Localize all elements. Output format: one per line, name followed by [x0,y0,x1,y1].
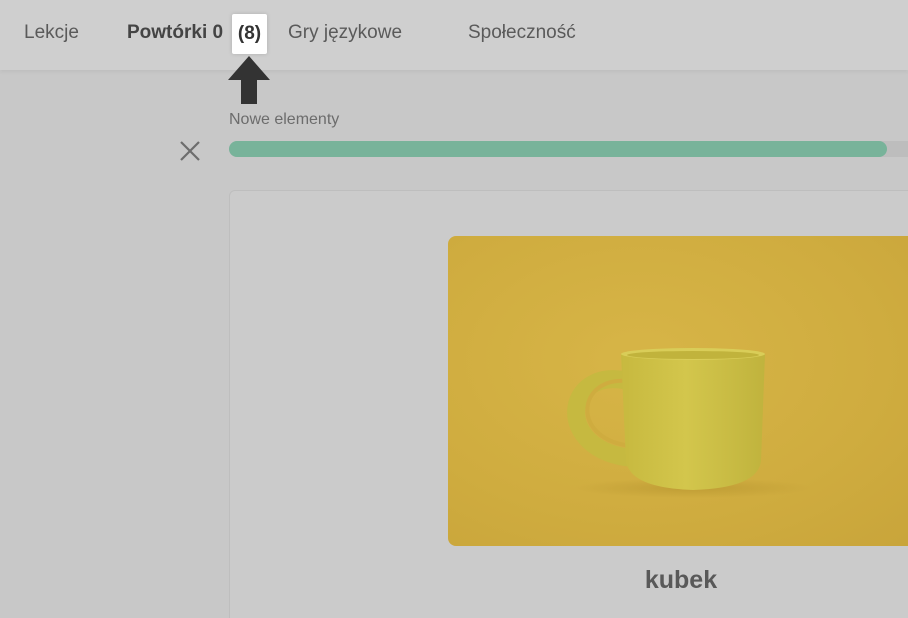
top-navigation: Lekcje Powtórki 0 Gry językowe Społeczno… [0,0,908,70]
mug-photo [448,236,908,546]
nav-gry-jezykowe[interactable]: Gry językowe [288,22,402,44]
arrow-up-icon [228,56,270,104]
mug-illustration [567,348,813,498]
nav-spolecznosc[interactable]: Społeczność [468,22,576,44]
progress-fill [229,141,887,157]
review-count-highlight[interactable]: (8) [232,14,267,54]
session-label: Nowe elementy [229,111,340,128]
close-icon[interactable] [178,139,202,163]
nav-powtorki[interactable]: Powtórki 0 [127,22,223,44]
card-word: kubek [644,566,718,594]
nav-lekcje[interactable]: Lekcje [24,22,79,44]
page: Lekcje Powtórki 0 Gry językowe Społeczno… [0,0,908,618]
